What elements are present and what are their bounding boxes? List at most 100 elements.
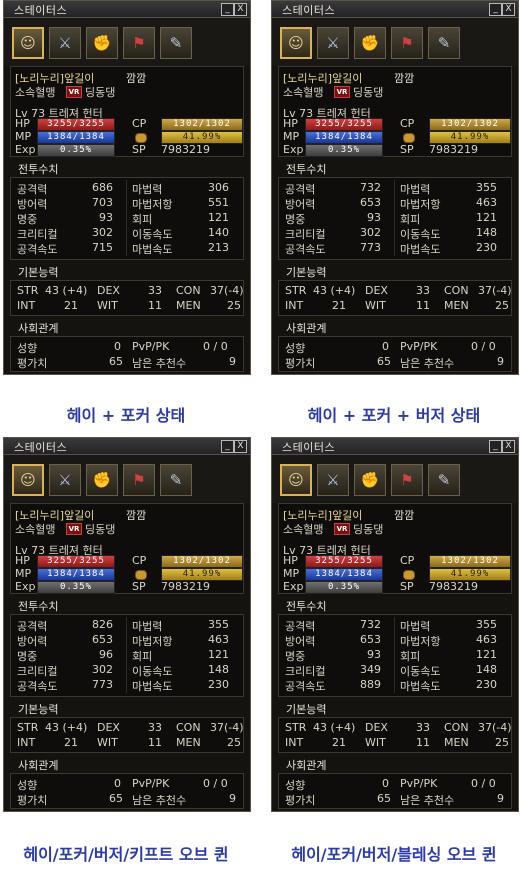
basic-header-label: 기본능력 — [18, 703, 59, 716]
stat-label-crit: 크리티컬 — [17, 228, 58, 241]
character-name: 깜깜 — [126, 509, 147, 522]
tab-character[interactable]: ☺ — [12, 27, 44, 59]
str-value: 43 (+4) — [45, 721, 88, 734]
stat-value-eva: 121 — [208, 211, 229, 224]
stat-value-matk: 355 — [208, 618, 229, 631]
tab-actions[interactable]: ✊ — [86, 27, 118, 59]
window-titlebar[interactable]: 스테이터스 _ X — [4, 1, 250, 18]
stat-label-patk: 공격력 — [17, 620, 48, 633]
tab-quests[interactable]: ✎ — [428, 27, 460, 59]
rec-label: 남은 추천수 — [132, 357, 187, 370]
tab-clan[interactable]: ⚑ — [391, 464, 423, 496]
fist-icon: ✊ — [92, 471, 112, 489]
minimize-button[interactable]: _ — [221, 440, 234, 453]
stat-value-cspd: 230 — [208, 678, 229, 691]
window-titlebar[interactable]: 스테이터스 _ X — [4, 438, 250, 455]
character-name: 깜깜 — [394, 509, 415, 522]
stat-value-pdef: 703 — [92, 196, 113, 209]
tab-skills[interactable]: ⚔ — [49, 464, 81, 496]
wit-label: WIT — [97, 299, 118, 312]
stat-label-matk: 마법력 — [132, 620, 163, 633]
close-button[interactable]: X — [234, 3, 247, 16]
tab-clan[interactable]: ⚑ — [123, 464, 155, 496]
social-section-header: 사회관계 — [272, 316, 518, 336]
minimize-button[interactable]: _ — [489, 440, 502, 453]
minimize-button[interactable]: _ — [221, 3, 234, 16]
tab-quests[interactable]: ✎ — [428, 464, 460, 496]
mp-bar: 1384/1384 — [305, 131, 383, 144]
int-label: INT — [17, 299, 36, 312]
tab-actions[interactable]: ✊ — [354, 27, 386, 59]
panel-caption: 헤이/포커/버저/키프트 오브 퀸 — [23, 845, 229, 864]
window-titlebar[interactable]: 스테이터스 _ X — [272, 1, 518, 18]
sp-value: 7983219 — [429, 580, 478, 593]
int-value: 21 — [332, 736, 346, 749]
pvp-label: PvP/PK — [132, 777, 170, 790]
window-title: 스테이터스 — [14, 4, 68, 17]
weight-bag-icon — [135, 133, 147, 143]
tab-skills[interactable]: ⚔ — [49, 27, 81, 59]
window-titlebar[interactable]: 스테이터스 _ X — [272, 438, 518, 455]
tab-character[interactable]: ☺ — [280, 27, 312, 59]
pvp-label: PvP/PK — [400, 340, 438, 353]
pvp-value: 0 / 0 — [471, 340, 496, 353]
close-button[interactable]: X — [502, 440, 515, 453]
tab-character[interactable]: ☺ — [280, 464, 312, 496]
sp-label: SP — [400, 580, 414, 593]
tab-quests[interactable]: ✎ — [160, 464, 192, 496]
tab-clan[interactable]: ⚑ — [123, 27, 155, 59]
exp-bar: 0.35% — [37, 581, 115, 594]
tab-actions[interactable]: ✊ — [354, 464, 386, 496]
karma-label: 성향 — [17, 779, 38, 792]
sp-value: 7983219 — [429, 143, 478, 156]
tab-character[interactable]: ☺ — [12, 464, 44, 496]
mp-label: MP — [283, 567, 300, 580]
clan-crest-icon: VR — [334, 523, 350, 535]
stat-label-eva: 회피 — [400, 650, 421, 663]
exp-label: Exp — [283, 580, 304, 593]
clan-label: 소속혈맹 — [15, 86, 56, 99]
panel-caption: 헤이 + 포커 + 버저 상태 — [307, 406, 481, 425]
stat-value-atkspd: 715 — [92, 241, 113, 254]
scroll-icon: ✎ — [169, 471, 183, 489]
karma-value: 0 — [114, 777, 121, 790]
con-value: 37(-4) — [478, 284, 512, 297]
status-tabs: ☺ ⚔ ✊ ⚑ ✎ — [272, 18, 518, 66]
social-table: 성향 0 PvP/PK 0 / 0 평가치 65 남은 추천수 9 — [278, 336, 512, 372]
mp-bar: 1384/1384 — [37, 568, 115, 581]
tab-clan[interactable]: ⚑ — [391, 27, 423, 59]
tab-actions[interactable]: ✊ — [86, 464, 118, 496]
close-button[interactable]: X — [234, 440, 247, 453]
dex-label: DEX — [365, 721, 388, 734]
stat-value-crit: 302 — [360, 226, 381, 239]
str-value: 43 (+4) — [45, 284, 88, 297]
exp-label: Exp — [15, 143, 36, 156]
combat-header-label: 전투수치 — [18, 600, 59, 613]
minimize-button[interactable]: _ — [489, 3, 502, 16]
fame-label: 평가치 — [285, 357, 316, 370]
stat-label-eva: 회피 — [132, 213, 153, 226]
mp-bar: 1384/1384 — [37, 131, 115, 144]
cp-bar: 1302/1302 — [429, 555, 511, 568]
hp-bar: 3255/3255 — [305, 555, 383, 568]
stat-value-crit: 349 — [360, 663, 381, 676]
tab-skills[interactable]: ⚔ — [317, 464, 349, 496]
stat-value-atkspd: 773 — [360, 241, 381, 254]
combat-stats-table: 공격력 732 방어력 653 명중 93 크리티컬 302 공격속도 773 … — [278, 177, 512, 260]
social-section-header: 사회관계 — [4, 753, 250, 773]
tab-quests[interactable]: ✎ — [160, 27, 192, 59]
character-name: 깜깜 — [126, 72, 147, 85]
tab-skills[interactable]: ⚔ — [317, 27, 349, 59]
wit-label: WIT — [365, 736, 386, 749]
social-table: 성향 0 PvP/PK 0 / 0 평가치 65 남은 추천수 9 — [278, 773, 512, 809]
stat-value-matk: 306 — [208, 181, 229, 194]
basic-header-label: 기본능력 — [286, 703, 327, 716]
con-value: 37(-4) — [478, 721, 512, 734]
status-window: 스테이터스 _ X ☺ ⚔ ✊ ⚑ ✎ [노리누리]앞길이 깜깜 소속혈맹 VR… — [3, 437, 251, 812]
stat-value-eva: 121 — [476, 648, 497, 661]
stat-label-mdef: 마법저항 — [132, 198, 173, 211]
weapon-skills-icon: ⚔ — [326, 471, 340, 489]
close-button[interactable]: X — [502, 3, 515, 16]
hp-bar: 3255/3255 — [305, 118, 383, 131]
fame-value: 65 — [377, 355, 391, 368]
